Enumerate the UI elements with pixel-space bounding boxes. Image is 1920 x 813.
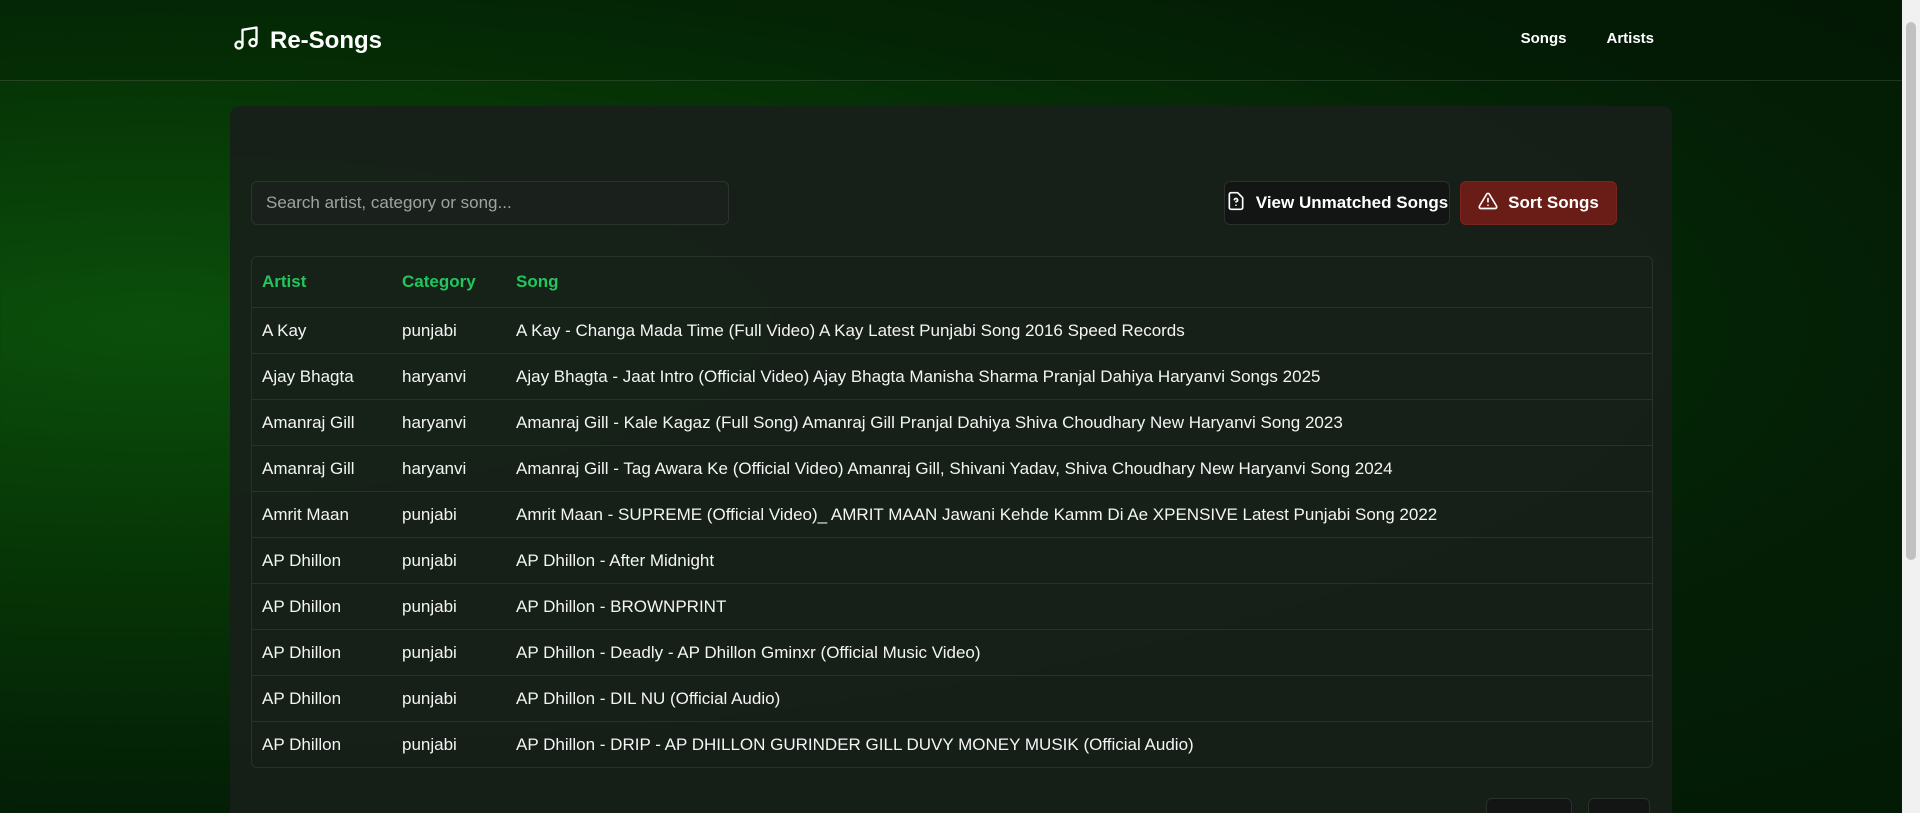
sort-songs-button[interactable]: Sort Songs <box>1460 181 1617 225</box>
table-row[interactable]: Ajay Bhagta haryanvi Ajay Bhagta - Jaat In… <box>252 353 1652 400</box>
cell-artist: Amanraj Gill <box>252 445 392 492</box>
table-row[interactable]: AP Dhillon punjabi AP Dhillon - DRIP - AP … <box>252 722 1652 768</box>
page-scrollbar[interactable] <box>1902 0 1920 813</box>
cell-song: AP Dhillon - DRIP - AP DHILLON GURINDER … <box>516 734 1194 754</box>
cell-category: haryanvi <box>392 353 506 400</box>
cell-song: AP Dhillon - BROWNPRINT <box>506 583 1652 630</box>
column-header-category[interactable]: Category <box>392 257 506 308</box>
music-note-icon <box>232 24 260 57</box>
cell-song: AP Dhillon - Deadly - AP Dhillon Gminxr … <box>506 629 1652 676</box>
table-row[interactable]: AP Dhillon punjabi AP Dhillon - Deadly - A… <box>252 629 1652 676</box>
cell-artist: AP Dhillon <box>252 675 392 722</box>
cell-song: Ajay Bhagta - Jaat Intro (Official Video… <box>506 353 1652 400</box>
brand[interactable]: Re-Songs <box>232 24 382 57</box>
cell-category: punjabi <box>392 537 506 584</box>
nav-artists-link[interactable]: Artists <box>1606 30 1654 47</box>
cell-category: punjabi <box>392 675 506 722</box>
column-header-artist[interactable]: Artist <box>252 257 392 308</box>
cell-artist: A Kay <box>252 307 392 354</box>
cell-category: punjabi <box>392 491 506 538</box>
cell-category: punjabi <box>402 734 457 754</box>
nav-songs-link[interactable]: Songs <box>1521 30 1567 47</box>
table-body: A Kay punjabi A Kay - Changa Mada Time (Fu… <box>252 307 1652 768</box>
cell-artist: Amrit Maan <box>252 491 392 538</box>
table-row[interactable]: Amanraj Gill haryanvi Amanraj Gill - Tag A… <box>252 445 1652 492</box>
table-row[interactable]: AP Dhillon punjabi AP Dhillon - DIL NU (Of… <box>252 675 1652 722</box>
column-header-song[interactable]: Song <box>506 257 1652 308</box>
songs-table: Artist Category Song A Kay punjabi A Kay -… <box>252 257 1652 767</box>
cell-artist: AP Dhillon <box>252 629 392 676</box>
cell-song: Amrit Maan - SUPREME (Official Video)_ A… <box>506 491 1652 538</box>
cell-song: Amanraj Gill - Kale Kagaz (Full Song) Am… <box>506 399 1652 446</box>
cell-song: A Kay - Changa Mada Time (Full Video) A … <box>506 307 1652 354</box>
cell-song: AP Dhillon - After Midnight <box>506 537 1652 584</box>
cell-category: haryanvi <box>392 399 506 446</box>
main-nav: Songs Artists <box>1521 30 1654 47</box>
songs-card: View Unmatched Songs Sort Songs Artist C… <box>230 106 1672 813</box>
table-header-row: Artist Category Song <box>252 257 1652 308</box>
cell-category: punjabi <box>392 583 506 630</box>
cell-category: haryanvi <box>392 445 506 492</box>
cell-category: punjabi <box>392 629 506 676</box>
cell-song: Amanraj Gill - Tag Awara Ke (Official Vi… <box>506 445 1652 492</box>
sort-songs-label: Sort Songs <box>1508 193 1599 212</box>
cell-artist: AP Dhillon <box>262 734 342 754</box>
table-row[interactable]: Amrit Maan punjabi Amrit Maan - SUPREME (O… <box>252 491 1652 538</box>
cell-artist: Ajay Bhagta <box>252 353 392 400</box>
table-row[interactable]: AP Dhillon punjabi AP Dhillon - BROWNPRINT <box>252 583 1652 630</box>
cell-category: punjabi <box>392 307 506 354</box>
search-input[interactable] <box>251 181 729 225</box>
cell-artist: Amanraj Gill <box>252 399 392 446</box>
songs-table-container: Artist Category Song A Kay punjabi A Kay -… <box>251 256 1653 768</box>
prev-page-button[interactable] <box>1486 798 1572 813</box>
cell-song: AP Dhillon - DIL NU (Official Audio) <box>506 675 1652 722</box>
table-row[interactable]: A Kay punjabi A Kay - Changa Mada Time (Fu… <box>252 307 1652 354</box>
scrollbar-thumb[interactable] <box>1906 22 1916 560</box>
next-page-button[interactable] <box>1588 798 1650 813</box>
table-row[interactable]: Amanraj Gill haryanvi Amanraj Gill - Kale … <box>252 399 1652 446</box>
alert-triangle-icon <box>1478 191 1498 216</box>
table-row[interactable]: AP Dhillon punjabi AP Dhillon - After Midn… <box>252 537 1652 584</box>
brand-name: Re-Songs <box>270 26 383 54</box>
cell-artist: AP Dhillon <box>252 583 392 630</box>
cell-artist: AP Dhillon <box>252 537 392 584</box>
view-unmatched-songs-button[interactable]: View Unmatched Songs <box>1224 181 1450 225</box>
top-header: Re-Songs Songs Artists <box>0 0 1902 81</box>
view-unmatched-label: View Unmatched Songs <box>1255 193 1449 212</box>
file-question-icon <box>1226 191 1246 216</box>
